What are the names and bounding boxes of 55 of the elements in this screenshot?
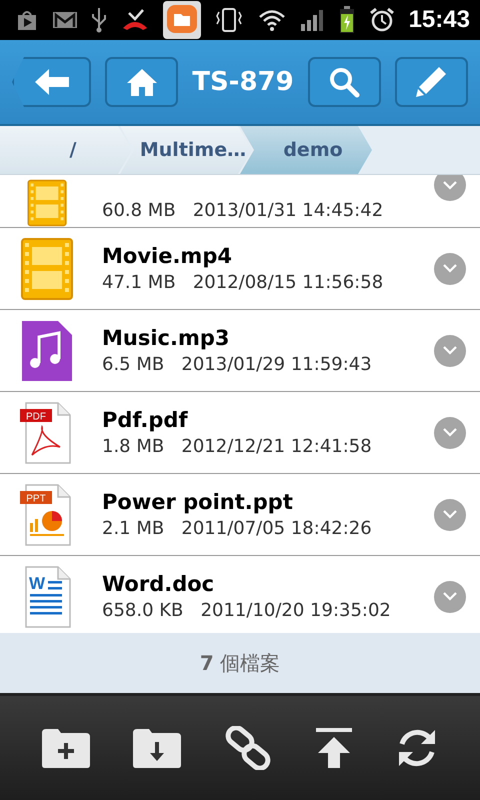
pencil-icon bbox=[414, 65, 448, 99]
text-document-icon bbox=[25, 566, 71, 628]
file-name: Power point.ppt bbox=[102, 490, 294, 514]
folder-down-arrow-icon bbox=[132, 727, 182, 769]
pdf-document-icon bbox=[20, 402, 71, 464]
link-icon bbox=[224, 726, 272, 770]
file-details: 60.8 MB 2013/01/31 14:45:42 bbox=[102, 200, 384, 221]
file-count: 7 個檔案 bbox=[0, 633, 480, 693]
chevron-down-icon bbox=[443, 428, 457, 437]
vibrate-icon bbox=[214, 7, 244, 33]
mail-icon bbox=[52, 10, 78, 30]
file-name: Movie.mp4 bbox=[102, 244, 233, 268]
home-button[interactable] bbox=[105, 57, 178, 107]
back-arrow-icon bbox=[32, 67, 71, 97]
signal-icon bbox=[300, 8, 326, 32]
chevron-down-icon bbox=[443, 346, 457, 355]
upload-button[interactable] bbox=[314, 727, 354, 769]
store-icon bbox=[16, 9, 38, 31]
chevron-down-icon bbox=[443, 264, 457, 273]
new-folder-button[interactable] bbox=[40, 727, 91, 769]
alarm-icon bbox=[368, 7, 395, 33]
file-details: 6.5 MB 2013/01/29 11:59:43 bbox=[102, 354, 373, 375]
device-title: TS-879 bbox=[192, 67, 294, 97]
chart-document-icon bbox=[20, 484, 71, 546]
search-icon bbox=[328, 66, 360, 98]
file-type-label: PPT bbox=[26, 493, 46, 504]
share-link-button[interactable] bbox=[224, 726, 272, 770]
chevron-down-icon bbox=[443, 592, 457, 601]
battery-charging-icon bbox=[339, 6, 356, 34]
film-file-icon bbox=[28, 180, 66, 226]
file-type-label: W bbox=[29, 574, 46, 592]
file-name: Word.doc bbox=[102, 572, 216, 596]
file-type-label: PDF bbox=[26, 411, 46, 422]
usb-icon bbox=[91, 7, 108, 33]
music-file-icon bbox=[22, 320, 72, 380]
folder-plus-icon bbox=[40, 727, 91, 769]
chevron-down-icon bbox=[443, 510, 457, 519]
wifi-icon bbox=[258, 8, 286, 32]
folder-app-icon bbox=[162, 1, 201, 39]
edit-button[interactable] bbox=[394, 57, 468, 107]
file-name: Pdf.pdf bbox=[102, 408, 189, 432]
file-details: 1.8 MB 2012/12/21 12:41:58 bbox=[102, 436, 373, 457]
chevron-down-icon bbox=[443, 180, 457, 190]
back-button[interactable] bbox=[12, 57, 92, 107]
home-icon bbox=[126, 67, 158, 97]
file-details: 658.0 KB 2011/10/20 19:35:02 bbox=[102, 600, 392, 621]
missed-call-icon bbox=[120, 8, 149, 32]
upload-arrow-icon bbox=[314, 727, 354, 769]
file-name: Music.mp3 bbox=[102, 326, 230, 350]
search-button[interactable] bbox=[308, 57, 381, 107]
clock-time: 15:43 bbox=[408, 6, 470, 34]
film-file-icon bbox=[21, 238, 73, 300]
download-button[interactable] bbox=[132, 727, 182, 769]
file-details: 47.1 MB 2012/08/15 11:56:58 bbox=[102, 272, 384, 293]
file-details: 2.1 MB 2011/07/05 18:42:26 bbox=[102, 518, 373, 539]
